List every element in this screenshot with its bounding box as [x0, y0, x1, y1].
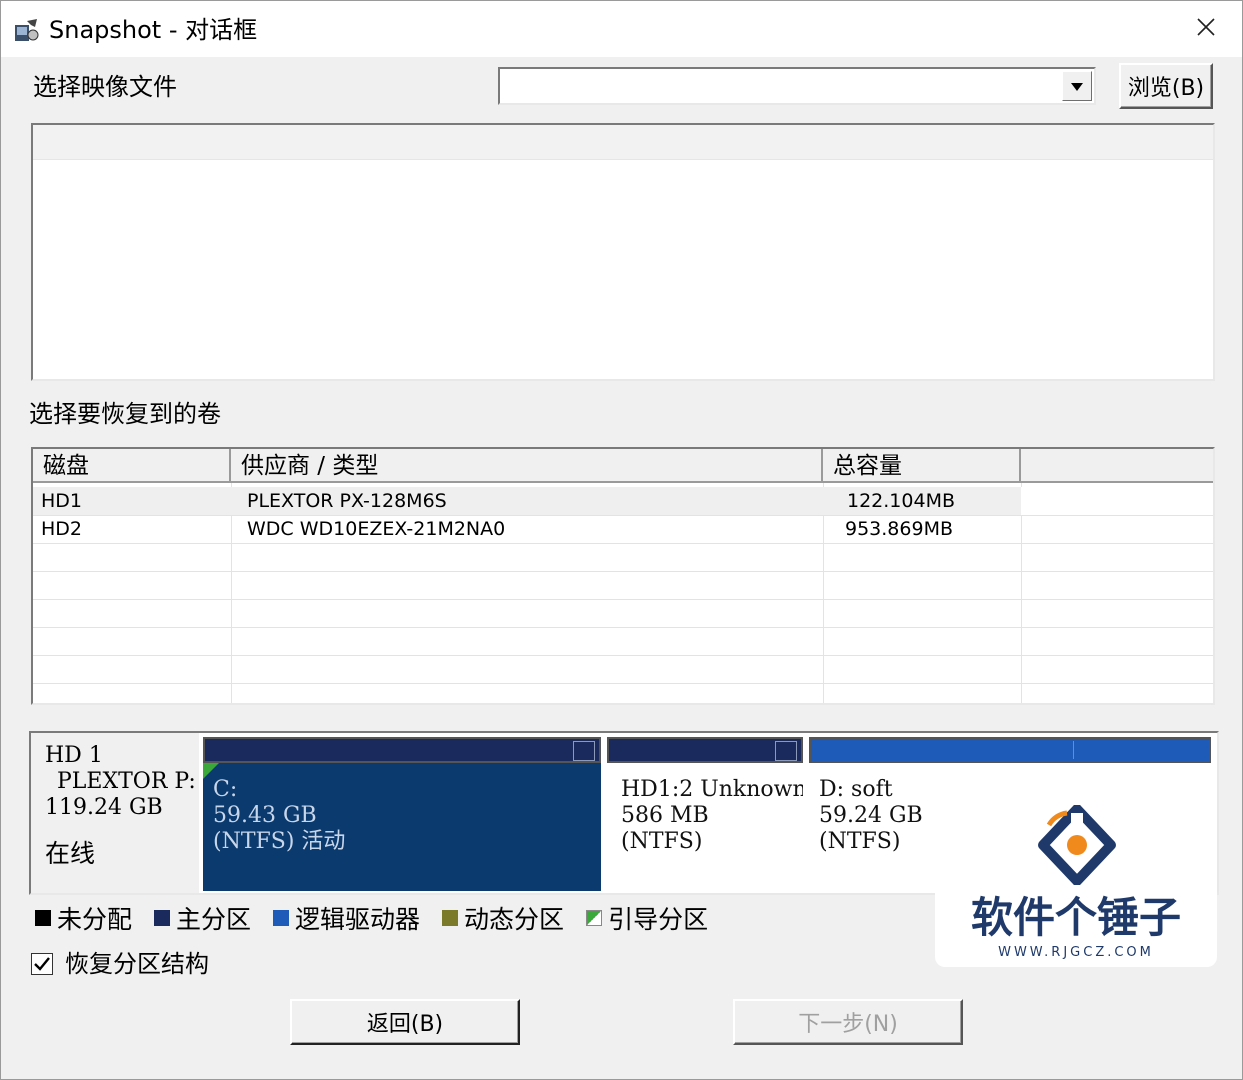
partition-type-bar [607, 737, 803, 763]
grid-line [33, 655, 1213, 656]
partition-size: 59.24 GB [819, 803, 923, 828]
legend-item-logical: 逻辑驱动器 [273, 900, 420, 936]
checkmark-icon [32, 957, 52, 978]
grid-line [33, 627, 1213, 628]
partition-c[interactable]: C: 59.43 GB (NTFS) 活动 [203, 737, 601, 891]
cell-capacity: 122.104MB [847, 490, 955, 512]
app-icon [13, 17, 39, 43]
grid-line [33, 515, 1213, 516]
title-bar: Snapshot - 对话框 [1, 1, 1242, 57]
volumes-label: 选择要恢复到的卷 [29, 400, 221, 428]
legend-swatch [586, 910, 603, 926]
legend-item-unallocated: 未分配 [35, 900, 132, 936]
restore-structure-label[interactable]: 恢复分区结构 [65, 949, 209, 979]
cell-disk: HD1 [41, 490, 83, 512]
partition-name: D: soft [819, 777, 893, 802]
partition-c-text: C: 59.43 GB (NTFS) 活动 [213, 777, 345, 855]
column-header-disk[interactable]: 磁盘 [33, 449, 231, 483]
legend-item-boot: 引导分区 [586, 900, 708, 936]
image-file-label: 选择映像文件 [33, 73, 177, 101]
image-list-header [33, 125, 1213, 160]
disk-size: 119.24 GB [45, 795, 163, 820]
legend-label: 未分配 [57, 905, 133, 934]
cell-capacity: 953.869MB [845, 518, 953, 540]
partition-hd1-2[interactable]: HD1:2 Unknown 586 MB (NTFS) [607, 737, 803, 891]
legend-item-dynamic: 动态分区 [442, 900, 564, 936]
partition-bar-end [573, 741, 595, 761]
close-icon [1196, 17, 1216, 41]
legend-swatch [154, 910, 171, 926]
legend-label: 动态分区 [464, 905, 565, 934]
partition-bar-end [775, 741, 797, 761]
legend-label: 主分区 [176, 905, 252, 934]
cell-vendor: WDC WD10EZEX-21M2NA0 [247, 518, 506, 540]
partition-name: C: [213, 777, 238, 802]
cell-vendor: PLEXTOR PX-128M6S [247, 490, 447, 512]
partition-fs: (NTFS) [819, 829, 901, 854]
partition-d-text: D: soft 59.24 GB (NTFS) [819, 777, 923, 855]
volumes-table[interactable]: 磁盘 供应商 / 类型 总容量 HD1 PLEXTOR PX-128M6S 12… [31, 447, 1215, 705]
watermark-logo-icon [1037, 804, 1117, 889]
table-row[interactable]: HD2 WDC WD10EZEX-21M2NA0 953.869MB [33, 515, 1213, 543]
legend-swatch [442, 910, 459, 926]
disk-info: HD 1 PLEXTOR P: 119.24 GB 在线 [31, 733, 199, 893]
partition-name: HD1:2 Unknown [621, 777, 803, 802]
partition-bar-end [1073, 741, 1206, 759]
column-header-empty [1021, 449, 1213, 483]
dropdown-button[interactable] [1062, 71, 1092, 101]
disk-name: HD 1 [45, 743, 103, 768]
watermark: 软件个锤子 WWW.RJGCZ.COM [935, 787, 1217, 967]
legend-swatch [35, 910, 51, 926]
partition-fs: (NTFS) [621, 829, 703, 854]
grid-line [33, 599, 1213, 600]
partition-legend: 未分配 主分区 逻辑驱动器 动态分区 引导分区 [35, 901, 730, 935]
chevron-down-icon [1070, 77, 1084, 96]
partition-hd1-2-text: HD1:2 Unknown 586 MB (NTFS) [621, 777, 803, 855]
table-row[interactable]: HD1 PLEXTOR PX-128M6S 122.104MB [33, 487, 1213, 515]
partition-fs: (NTFS) 活动 [213, 829, 346, 854]
close-button[interactable] [1170, 1, 1242, 57]
window-title: Snapshot - 对话框 [49, 16, 258, 44]
image-file-combobox[interactable] [498, 67, 1096, 105]
grid-line [33, 683, 1213, 684]
legend-label: 引导分区 [608, 905, 709, 934]
cell-disk: HD2 [41, 518, 83, 540]
browse-button[interactable]: 浏览(B) [1119, 63, 1213, 109]
next-button[interactable]: 下一步(N) [733, 999, 963, 1045]
partition-size: 586 MB [621, 803, 709, 828]
cell-empty [1021, 487, 1213, 515]
partition-size: 59.43 GB [213, 803, 317, 828]
partition-type-bar [809, 737, 1211, 763]
watermark-brand: 软件个锤子 [970, 893, 1181, 942]
back-button[interactable]: 返回(B) [290, 999, 520, 1045]
legend-item-primary: 主分区 [154, 900, 251, 936]
watermark-url: WWW.RJGCZ.COM [998, 945, 1154, 960]
partition-type-bar [203, 737, 601, 763]
column-header-capacity[interactable]: 总容量 [823, 449, 1021, 483]
grid-line [33, 543, 1213, 544]
grid-line [33, 571, 1213, 572]
image-contents-list[interactable] [31, 123, 1215, 381]
disk-status: 在线 [45, 839, 96, 868]
snapshot-dialog: Snapshot - 对话框 选择映像文件 浏览(B) 选择要恢复到的卷 磁盘 … [0, 0, 1243, 1080]
legend-swatch [273, 910, 290, 926]
legend-label: 逻辑驱动器 [295, 905, 421, 934]
restore-structure-checkbox[interactable] [31, 953, 53, 975]
column-header-vendor[interactable]: 供应商 / 类型 [231, 449, 823, 483]
disk-model: PLEXTOR P: [57, 769, 196, 794]
